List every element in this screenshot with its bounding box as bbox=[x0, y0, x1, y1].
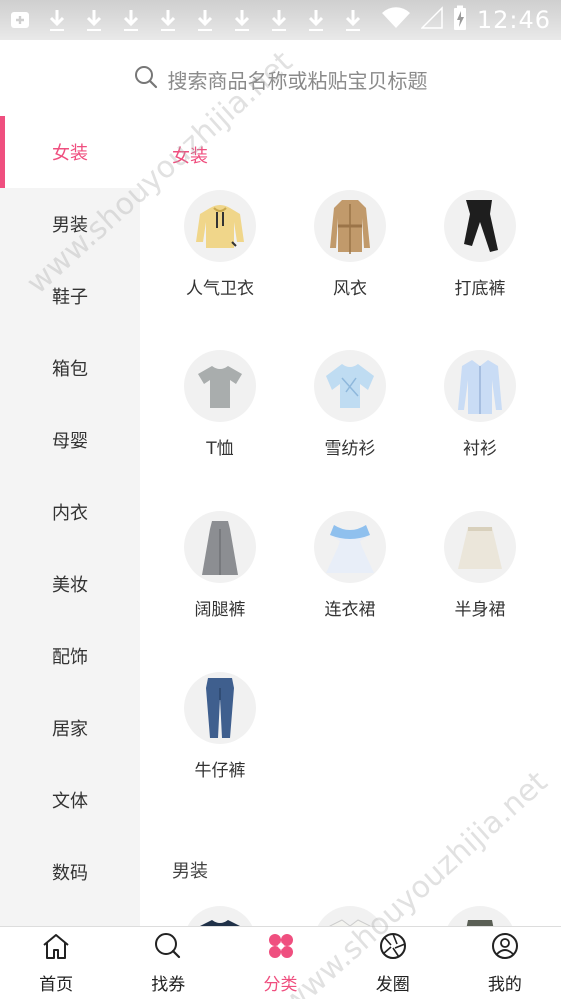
system-icons: 12:46 bbox=[381, 5, 551, 35]
status-bar: 12:46 bbox=[0, 0, 561, 40]
battery-charging-icon bbox=[453, 5, 467, 35]
trench-coat-icon bbox=[314, 190, 386, 262]
search-placeholder: 搜索商品名称或粘贴宝贝标题 bbox=[167, 68, 428, 93]
sidebar-item-bags[interactable]: 箱包 bbox=[0, 332, 140, 404]
sidebar-item-home[interactable]: 居家 bbox=[0, 692, 140, 764]
download-icon bbox=[306, 7, 326, 33]
category-label: 连衣裙 bbox=[324, 600, 376, 620]
bottom-nav: 首页 找券 分类 发圈 我的 bbox=[0, 926, 561, 999]
chiffon-blouse-icon bbox=[314, 350, 386, 422]
category-sidebar: 女装 男装 鞋子 箱包 母婴 内衣 美妆 配饰 居家 文体 数码 bbox=[0, 116, 140, 926]
category-item-mens-top[interactable] bbox=[155, 906, 285, 926]
category-item-dress[interactable]: 连衣裙 bbox=[285, 511, 415, 620]
mens-shirt-icon bbox=[314, 906, 386, 926]
mens-pants-icon bbox=[444, 906, 516, 926]
category-label: 风衣 bbox=[333, 279, 367, 299]
category-item-jeans[interactable]: 牛仔裤 bbox=[155, 672, 285, 781]
sidebar-item-womens[interactable]: 女装 bbox=[0, 116, 140, 188]
hoodie-icon bbox=[184, 190, 256, 262]
sidebar-item-shoes[interactable]: 鞋子 bbox=[0, 260, 140, 332]
sidebar-item-stationery[interactable]: 文体 bbox=[0, 764, 140, 836]
search-coupon-icon bbox=[153, 932, 183, 964]
shirt-icon bbox=[444, 350, 516, 422]
sidebar-item-accessories[interactable]: 配饰 bbox=[0, 620, 140, 692]
sidebar-item-digital[interactable]: 数码 bbox=[0, 836, 140, 908]
category-label: 衬衫 bbox=[463, 439, 497, 459]
nav-find-coupons[interactable]: 找券 bbox=[112, 927, 224, 999]
tshirt-icon bbox=[184, 350, 256, 422]
download-icon bbox=[121, 7, 141, 33]
download-icon bbox=[84, 7, 104, 33]
status-time: 12:46 bbox=[476, 6, 551, 34]
category-item-tshirt[interactable]: T恤 bbox=[155, 350, 285, 459]
notification-icons bbox=[10, 7, 363, 33]
category-item-wide-leg-pants[interactable]: 阔腿裤 bbox=[155, 511, 285, 620]
category-label: 人气卫衣 bbox=[186, 279, 254, 299]
profile-icon bbox=[490, 932, 520, 964]
wifi-icon bbox=[381, 6, 411, 34]
category-label: T恤 bbox=[206, 439, 234, 459]
skirt-icon bbox=[444, 511, 516, 583]
sidebar-item-baby[interactable]: 母婴 bbox=[0, 404, 140, 476]
category-item-shirt[interactable]: 衬衫 bbox=[415, 350, 545, 459]
section-title-womens: 女装 bbox=[172, 146, 208, 167]
nav-label: 首页 bbox=[39, 974, 74, 995]
search-icon bbox=[134, 65, 158, 93]
nav-label: 找券 bbox=[151, 974, 186, 995]
nav-label: 我的 bbox=[487, 974, 522, 995]
category-item-leggings[interactable]: 打底裤 bbox=[415, 190, 545, 299]
category-label: 打底裤 bbox=[454, 279, 506, 299]
category-item-mens-shirt[interactable] bbox=[285, 906, 415, 926]
category-label: 半身裙 bbox=[454, 600, 506, 620]
search-input[interactable]: 搜索商品名称或粘贴宝贝标题 bbox=[134, 65, 428, 94]
download-icon bbox=[232, 7, 252, 33]
dress-icon bbox=[314, 511, 386, 583]
category-item-hoodie[interactable]: 人气卫衣 bbox=[155, 190, 285, 299]
search-row: 搜索商品名称或粘贴宝贝标题 bbox=[0, 52, 561, 106]
category-item-skirt[interactable]: 半身裙 bbox=[415, 511, 545, 620]
download-icon bbox=[269, 7, 289, 33]
category-content: 女装 人气卫衣 风衣 打底裤 T恤 雪纺衫 衬衫 阔腿裤 连衣裙 半身裙 牛仔裤… bbox=[140, 116, 561, 926]
nav-mine[interactable]: 我的 bbox=[449, 927, 561, 999]
nav-category[interactable]: 分类 bbox=[224, 927, 336, 999]
download-icon bbox=[47, 7, 67, 33]
jeans-icon bbox=[184, 672, 256, 744]
mens-top-icon bbox=[184, 906, 256, 926]
sidebar-item-makeup[interactable]: 美妆 bbox=[0, 548, 140, 620]
section-title-mens: 男装 bbox=[172, 861, 208, 882]
shutter-icon bbox=[378, 932, 408, 964]
category-item-trench-coat[interactable]: 风衣 bbox=[285, 190, 415, 299]
category-label: 雪纺衫 bbox=[324, 439, 376, 459]
nav-label: 分类 bbox=[263, 974, 298, 995]
category-icon bbox=[266, 932, 296, 964]
category-item-chiffon[interactable]: 雪纺衫 bbox=[285, 350, 415, 459]
sidebar-item-mens[interactable]: 男装 bbox=[0, 188, 140, 260]
nav-home[interactable]: 首页 bbox=[0, 927, 112, 999]
nav-moments[interactable]: 发圈 bbox=[337, 927, 449, 999]
category-label: 牛仔裤 bbox=[194, 761, 246, 781]
download-icon bbox=[343, 7, 363, 33]
signal-icon bbox=[420, 6, 443, 34]
category-label: 阔腿裤 bbox=[194, 600, 246, 620]
category-item-mens-pants[interactable] bbox=[415, 906, 545, 926]
wide-leg-pants-icon bbox=[184, 511, 256, 583]
download-icon bbox=[158, 7, 178, 33]
home-icon bbox=[41, 932, 71, 964]
nav-label: 发圈 bbox=[375, 974, 410, 995]
add-notification-icon bbox=[10, 7, 30, 33]
download-icon bbox=[195, 7, 215, 33]
sidebar-item-underwear[interactable]: 内衣 bbox=[0, 476, 140, 548]
leggings-icon bbox=[444, 190, 516, 262]
